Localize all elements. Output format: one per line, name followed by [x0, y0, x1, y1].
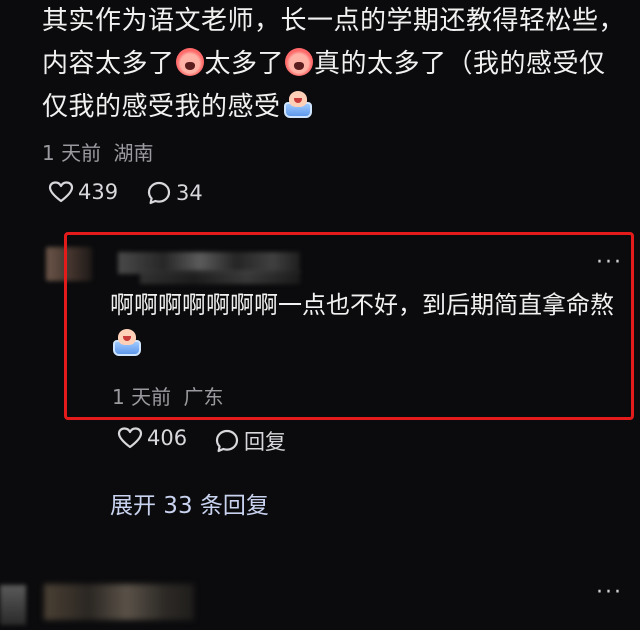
reply-like-button[interactable]: 406	[117, 426, 187, 450]
top-comment-text-part2: 太多了	[204, 49, 285, 79]
face-emoji	[285, 48, 314, 76]
reply-like-count: 406	[147, 426, 188, 450]
reply-reply-button[interactable]: 回复	[214, 426, 286, 456]
top-comment-time: 1 天前	[42, 141, 102, 165]
next-comment-more-button[interactable]: ···	[596, 580, 623, 605]
comment-bubble-icon	[147, 181, 171, 205]
next-comment-avatar[interactable]	[0, 585, 26, 625]
top-comment-like-button[interactable]: 439	[48, 180, 118, 204]
top-comment-like-count: 439	[78, 180, 119, 204]
cry-emoji	[283, 90, 313, 120]
highlight-box	[64, 232, 634, 420]
heart-icon	[117, 427, 143, 449]
top-comment-location: 湖南	[113, 141, 154, 165]
top-comment-reply-button[interactable]: 34	[146, 180, 203, 206]
heart-icon	[48, 181, 74, 203]
expand-replies-link[interactable]: 展开 33 条回复	[110, 486, 269, 520]
reply-reply-label: 回复	[244, 430, 286, 454]
top-comment-meta: 1 天前 湖南	[42, 137, 153, 166]
face-emoji	[175, 48, 204, 76]
top-comment-text: 其实作为语文老师，长一点的学期还教得轻松些，内容太多了 太多了 真的太多了（我的感受…	[42, 0, 627, 129]
comment-bubble-icon	[215, 429, 239, 453]
top-comment-reply-count: 34	[176, 181, 203, 205]
next-comment-username-redacted[interactable]	[44, 584, 194, 620]
